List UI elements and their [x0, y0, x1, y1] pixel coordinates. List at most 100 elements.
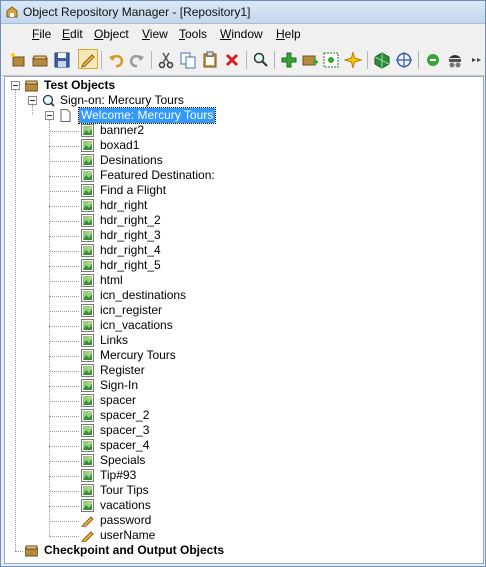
tree-item[interactable]: hdr_right	[62, 198, 322, 213]
tree-item[interactable]: vacations	[62, 498, 322, 513]
tree-item[interactable]: spacer	[62, 393, 322, 408]
tree-item[interactable]: spacer_2	[62, 408, 322, 423]
tree-node-checkpoints[interactable]: Checkpoint and Output Objects	[11, 543, 271, 558]
tree-item[interactable]: Find a Flight	[62, 183, 322, 198]
image-object-icon	[81, 184, 94, 197]
image-object-icon	[81, 229, 94, 242]
toolbar-separator	[151, 51, 152, 69]
tree-item[interactable]: hdr_right_5	[62, 258, 322, 273]
open-icon[interactable]	[31, 51, 49, 69]
image-object-icon	[81, 124, 94, 137]
image-object-icon	[81, 439, 94, 452]
target-icon[interactable]	[395, 51, 413, 69]
tree-item[interactable]: hdr_right_4	[62, 243, 322, 258]
menu-view[interactable]: View	[142, 27, 168, 41]
toolbar-overflow-icon[interactable]	[468, 51, 482, 69]
tree-item[interactable]: Specials	[62, 453, 322, 468]
image-object-icon	[81, 304, 94, 317]
collapse-toggle[interactable]	[28, 96, 37, 105]
repository-icon	[25, 79, 38, 92]
tree-item[interactable]: icn_vacations	[62, 318, 322, 333]
tree-label: banner2	[100, 123, 145, 137]
paste-icon[interactable]	[201, 51, 219, 69]
menu-help[interactable]: Help	[276, 27, 301, 41]
tree-label: icn_vacations	[100, 318, 173, 332]
find-icon[interactable]	[252, 51, 270, 69]
tree-node-page[interactable]: Welcome: Mercury Tours	[45, 107, 305, 124]
menu-object[interactable]: Object	[94, 27, 129, 41]
highlight-icon[interactable]	[322, 51, 340, 69]
image-object-icon	[81, 259, 94, 272]
tree-item[interactable]: Links	[62, 333, 322, 348]
tree-label: userName	[100, 528, 156, 542]
tree-item[interactable]: banner2	[62, 123, 322, 138]
object-spy-icon[interactable]	[373, 51, 391, 69]
redo-icon[interactable]	[128, 51, 146, 69]
tree-label: Tip#93	[100, 468, 137, 482]
tree-item[interactable]: Featured Destination:	[62, 168, 322, 183]
save-icon[interactable]	[53, 51, 71, 69]
tree-item[interactable]: html	[62, 273, 322, 288]
toolbar-separator	[246, 51, 247, 69]
menu-window[interactable]: Window	[220, 27, 263, 41]
app-icon	[5, 5, 19, 19]
title-bar[interactable]: Object Repository Manager - [Repository1…	[1, 1, 485, 24]
pencil-icon[interactable]	[78, 49, 98, 69]
tree-item[interactable]: Desinations	[62, 153, 322, 168]
tree-item[interactable]: userName	[62, 528, 322, 543]
tree-item[interactable]: Tip#93	[62, 468, 322, 483]
tree-item[interactable]: boxad1	[62, 138, 322, 153]
image-object-icon	[81, 484, 94, 497]
tree-label: Specials	[100, 453, 146, 467]
image-object-icon	[81, 214, 94, 227]
image-object-icon	[81, 499, 94, 512]
image-object-icon	[81, 169, 94, 182]
tree-label: Mercury Tours	[100, 348, 176, 362]
undo-icon[interactable]	[107, 51, 125, 69]
object-tree[interactable]: Test Objects Sign-on: Mercury Tours Welc…	[4, 76, 484, 564]
tree-item[interactable]: spacer_4	[62, 438, 322, 453]
menu-file[interactable]: File	[32, 27, 51, 41]
tree-label: icn_destinations	[100, 288, 187, 302]
tree-label: spacer_4	[100, 438, 150, 452]
tree-connector	[15, 90, 17, 551]
collapse-toggle[interactable]	[45, 111, 54, 120]
repository-icon	[25, 544, 38, 557]
tree-label: hdr_right_5	[100, 258, 161, 272]
tree-label: Register	[100, 363, 145, 377]
tree-item[interactable]: hdr_right_2	[62, 213, 322, 228]
tree-label: Desinations	[100, 153, 163, 167]
tree-node-browser[interactable]: Sign-on: Mercury Tours	[28, 93, 268, 108]
tree-item[interactable]: Tour Tips	[62, 483, 322, 498]
tree-item[interactable]: Register	[62, 363, 322, 378]
add-repository-icon[interactable]	[301, 51, 319, 69]
collapse-toggle[interactable]	[11, 81, 20, 90]
tree-label: spacer	[100, 393, 137, 407]
tree-item[interactable]: Mercury Tours	[62, 348, 322, 363]
add-object-icon[interactable]	[280, 51, 298, 69]
tree-label: spacer_3	[100, 423, 150, 437]
toolbar-separator	[418, 51, 419, 69]
tree-item[interactable]: Sign-In	[62, 378, 322, 393]
menu-edit[interactable]: Edit	[62, 27, 83, 41]
image-object-icon	[81, 274, 94, 287]
image-object-icon	[81, 349, 94, 362]
tree-item[interactable]: hdr_right_3	[62, 228, 322, 243]
tree-item[interactable]: icn_register	[62, 303, 322, 318]
tree-connector	[49, 120, 51, 536]
compare-icon[interactable]	[424, 51, 442, 69]
tree-label: Featured Destination:	[100, 168, 215, 182]
tree-label: hdr_right_3	[100, 228, 161, 242]
delete-icon[interactable]	[223, 51, 241, 69]
image-object-icon	[81, 469, 94, 482]
spy-agent-icon[interactable]	[446, 51, 464, 69]
new-icon[interactable]	[9, 51, 27, 69]
tree-item[interactable]: password	[62, 513, 322, 528]
menu-tools[interactable]: Tools	[179, 27, 207, 41]
tree-item[interactable]: spacer_3	[62, 423, 322, 438]
tree-item[interactable]: icn_destinations	[62, 288, 322, 303]
cut-icon[interactable]	[157, 51, 175, 69]
copy-icon[interactable]	[179, 51, 197, 69]
spark-icon[interactable]	[344, 51, 362, 69]
tree-node-test-objects[interactable]: Test Objects	[11, 78, 231, 93]
